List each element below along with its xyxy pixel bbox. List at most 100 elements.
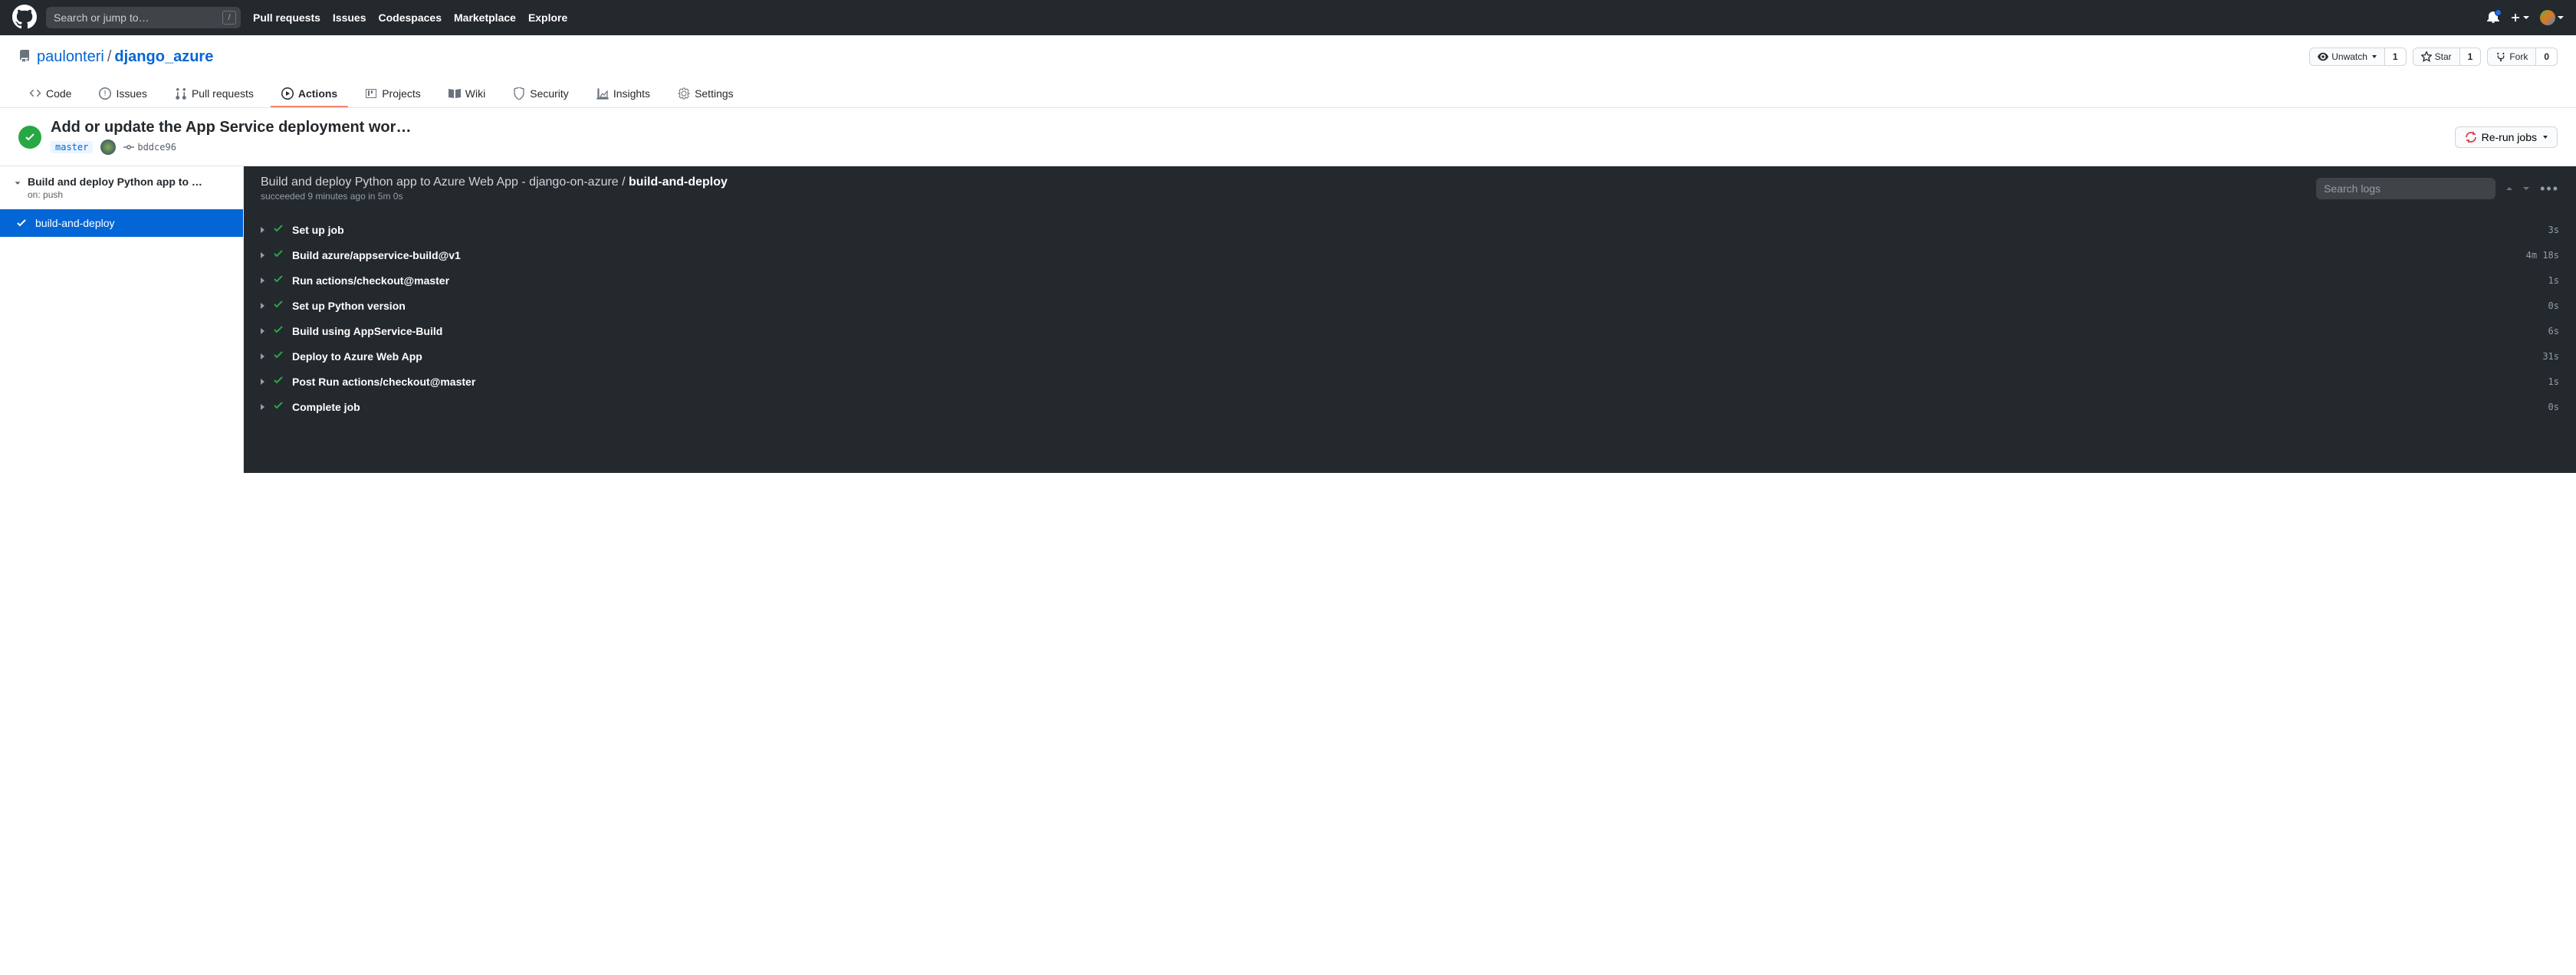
log-header: Build and deploy Python app to Azure Web… — [244, 166, 2576, 211]
branch-badge[interactable]: master — [51, 141, 93, 153]
step-row[interactable]: Build azure/appservice-build@v14m 18s — [261, 242, 2559, 268]
workflow-name: Build and deploy Python app to … — [28, 176, 202, 188]
jobs-sidebar: Build and deploy Python app to … on: pus… — [0, 166, 244, 473]
step-row[interactable]: Post Run actions/checkout@master 1s — [261, 369, 2559, 394]
commit-sha[interactable]: bddce96 — [123, 142, 176, 153]
project-icon — [365, 87, 377, 100]
log-breadcrumb: Build and deploy Python app to Azure Web… — [261, 176, 728, 189]
check-icon — [272, 323, 284, 338]
unwatch-button[interactable]: Unwatch — [2309, 48, 2385, 66]
repo-owner-link[interactable]: paulonteri — [37, 48, 104, 66]
play-circle-icon — [281, 87, 294, 100]
watchers-count[interactable]: 1 — [2385, 48, 2407, 66]
topbar: / Pull requests Issues Codespaces Market… — [0, 0, 2576, 35]
fork-icon — [2496, 51, 2506, 62]
star-label: Star — [2435, 51, 2452, 62]
run-status-success-icon — [18, 126, 41, 149]
check-icon — [15, 217, 28, 229]
tab-actions-label: Actions — [298, 87, 337, 100]
notifications-icon[interactable] — [2487, 11, 2499, 25]
tab-insights-label: Insights — [613, 87, 650, 100]
tab-actions[interactable]: Actions — [271, 81, 348, 107]
tab-insights[interactable]: Insights — [586, 81, 661, 107]
caret-right-icon — [261, 277, 264, 284]
caret-right-icon — [261, 353, 264, 359]
step-name: Set up Python version — [292, 300, 2541, 312]
chevron-down-icon[interactable] — [2520, 182, 2532, 195]
tab-code[interactable]: Code — [18, 81, 82, 107]
sync-icon — [2465, 131, 2477, 143]
run-info: Add or update the App Service deployment… — [51, 119, 2446, 155]
check-icon — [272, 349, 284, 363]
create-new-dropdown[interactable] — [2510, 12, 2529, 23]
nav-issues[interactable]: Issues — [333, 11, 366, 24]
code-icon — [29, 87, 41, 100]
check-icon — [272, 374, 284, 389]
nav-pull-requests[interactable]: Pull requests — [253, 11, 320, 24]
star-button[interactable]: Star — [2413, 48, 2460, 66]
chevron-up-icon[interactable] — [2503, 182, 2515, 195]
tab-security[interactable]: Security — [502, 81, 580, 107]
repo-icon — [18, 50, 31, 64]
caret-down-icon — [2372, 55, 2377, 58]
log-menu-icon[interactable]: ••• — [2540, 181, 2559, 197]
watch-button-group: Unwatch 1 — [2309, 48, 2406, 66]
step-row[interactable]: Set up job3s — [261, 217, 2559, 242]
unwatch-label: Unwatch — [2331, 51, 2367, 62]
step-duration: 0s — [2548, 402, 2559, 412]
tab-settings[interactable]: Settings — [667, 81, 744, 107]
log-header-controls: ••• — [2316, 178, 2559, 199]
tab-pull-requests[interactable]: Pull requests — [164, 81, 264, 107]
step-row[interactable]: Run actions/checkout@master1s — [261, 268, 2559, 293]
nav-codespaces[interactable]: Codespaces — [379, 11, 442, 24]
stargazers-count[interactable]: 1 — [2460, 48, 2482, 66]
tab-issues[interactable]: Issues — [88, 81, 157, 107]
tab-security-label: Security — [530, 87, 569, 100]
github-logo-icon[interactable] — [12, 5, 37, 31]
step-row[interactable]: Deploy to Azure Web App31s — [261, 343, 2559, 369]
sidebar-job-item[interactable]: build-and-deploy — [0, 209, 243, 237]
step-row[interactable]: Set up Python version0s — [261, 293, 2559, 318]
repo-name-link[interactable]: django_azure — [114, 48, 213, 66]
log-nav-arrows — [2503, 182, 2532, 195]
workflow-trigger: on: push — [28, 189, 202, 200]
caret-down-icon — [2543, 136, 2548, 139]
user-menu[interactable] — [2540, 10, 2564, 25]
topbar-right — [2487, 10, 2564, 25]
rerun-label: Re-run jobs — [2482, 131, 2537, 143]
step-duration: 1s — [2548, 275, 2559, 286]
tab-settings-label: Settings — [695, 87, 734, 100]
log-search-input[interactable] — [2316, 178, 2496, 199]
repo-tabs: Code Issues Pull requests Actions Projec… — [18, 81, 2558, 107]
rerun-jobs-button[interactable]: Re-run jobs — [2455, 126, 2558, 148]
step-duration: 1s — [2548, 376, 2559, 387]
caret-right-icon — [261, 227, 264, 233]
repo-header: paulonteri / django_azure Unwatch 1 Star… — [0, 35, 2576, 108]
step-name: Post Run actions/checkout@master — [292, 376, 2541, 388]
tab-wiki[interactable]: Wiki — [438, 81, 496, 107]
nav-explore[interactable]: Explore — [528, 11, 567, 24]
nav-marketplace[interactable]: Marketplace — [454, 11, 516, 24]
step-row[interactable]: Complete job0s — [261, 394, 2559, 419]
tab-projects-label: Projects — [382, 87, 421, 100]
step-row[interactable]: Build using AppService-Build6s — [261, 318, 2559, 343]
fork-button[interactable]: Fork — [2487, 48, 2536, 66]
chevron-down-icon — [12, 178, 23, 189]
caret-right-icon — [261, 379, 264, 385]
fork-button-group: Fork 0 — [2487, 48, 2558, 66]
caret-down-icon — [2558, 16, 2564, 19]
log-breadcrumb-current: build-and-deploy — [629, 176, 728, 189]
gear-icon — [678, 87, 690, 100]
tab-projects[interactable]: Projects — [354, 81, 432, 107]
search-input[interactable] — [46, 7, 241, 28]
top-nav: Pull requests Issues Codespaces Marketpl… — [253, 11, 567, 24]
forks-count[interactable]: 0 — [2536, 48, 2558, 66]
issue-icon — [99, 87, 111, 100]
actor-avatar-icon[interactable] — [100, 140, 116, 155]
tab-issues-label: Issues — [116, 87, 146, 100]
workflow-header[interactable]: Build and deploy Python app to … on: pus… — [0, 166, 243, 209]
log-status-line: succeeded 9 minutes ago in 5m 0s — [261, 191, 728, 202]
log-pane: Build and deploy Python app to Azure Web… — [244, 166, 2576, 473]
caret-right-icon — [261, 303, 264, 309]
check-icon — [272, 399, 284, 414]
